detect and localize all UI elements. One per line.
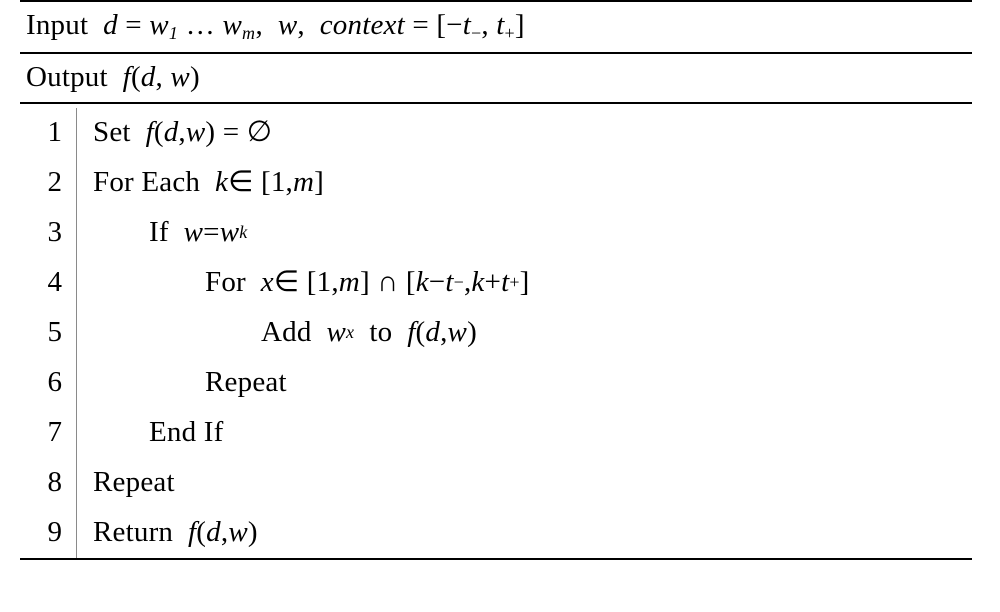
line-number: 9 xyxy=(20,508,62,558)
code-line: Return f(d, w) xyxy=(93,508,972,558)
input-label: Input xyxy=(26,9,88,41)
output-label: Output xyxy=(26,61,108,93)
algorithm-body: 123456789 Set f(d, w) = ∅For Each k ∈ [1… xyxy=(20,104,972,558)
line-number: 1 xyxy=(20,108,62,158)
code-line: Repeat xyxy=(93,458,972,508)
line-number: 7 xyxy=(20,408,62,458)
code-line: End If xyxy=(93,408,972,458)
output-line: Output f(d, w) xyxy=(20,54,972,102)
line-number: 5 xyxy=(20,308,62,358)
line-number: 2 xyxy=(20,158,62,208)
code-line: For x ∈ [1, m] ∩ [k − t−, k + t+] xyxy=(93,258,972,308)
code-line: For Each k ∈ [1, m] xyxy=(93,158,972,208)
input-line: Input d = w1 … wm, w, context = [−t−, t+… xyxy=(20,2,972,52)
line-number: 3 xyxy=(20,208,62,258)
line-number: 6 xyxy=(20,358,62,408)
code-line: Repeat xyxy=(93,358,972,408)
algorithm-block: Input d = w1 … wm, w, context = [−t−, t+… xyxy=(0,0,1000,560)
output-expr: f(d, w) xyxy=(115,61,200,93)
line-number: 8 xyxy=(20,458,62,508)
rule-bottom xyxy=(20,558,972,560)
code-line: Set f(d, w) = ∅ xyxy=(93,108,972,158)
line-number: 4 xyxy=(20,258,62,308)
line-number-gutter: 123456789 xyxy=(20,108,76,558)
code-column: Set f(d, w) = ∅For Each k ∈ [1, m]If w =… xyxy=(77,108,972,558)
code-line: Add wx to f(d, w) xyxy=(93,308,972,358)
input-expr: d = w1 … wm, w, context = [−t−, t+] xyxy=(96,9,525,41)
code-line: If w = wk xyxy=(93,208,972,258)
